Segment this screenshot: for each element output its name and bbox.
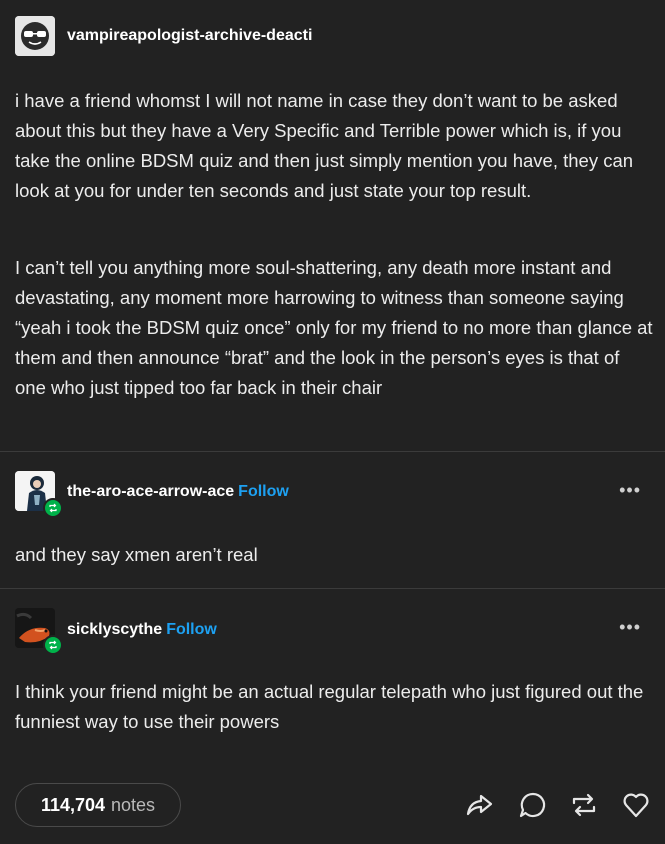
reblog2-text: I think your friend might be an actual r… (15, 681, 644, 732)
reblog1-reblog-badge (43, 498, 63, 518)
reblog1-text: and they say xmen aren’t real (15, 544, 258, 565)
reblog1-header: the-aro-ace-arrow-ace Follow (67, 483, 289, 501)
op-username[interactable]: vampireapologist-archive-deacti (67, 27, 312, 45)
op-avatar[interactable] (15, 16, 55, 56)
divider (0, 588, 665, 589)
reblog2-reblog-badge (43, 635, 63, 655)
notes-button[interactable]: 114,704 notes (15, 783, 181, 827)
reblog1-username[interactable]: the-aro-ace-arrow-ace (67, 483, 234, 500)
reblog1-follow-button[interactable]: Follow (238, 483, 289, 500)
tumblr-post: vampireapologist-archive-deacti i have a… (0, 0, 665, 844)
reblog2-more-options-icon[interactable]: ••• (619, 617, 641, 638)
op-paragraph-2: I can’t tell you anything more soul-shat… (15, 257, 653, 398)
reblog-small-icon (49, 640, 57, 650)
notes-count: 114,704 (40, 794, 106, 815)
notes-label: notes (111, 794, 156, 815)
like-icon[interactable] (621, 790, 651, 820)
divider (0, 451, 665, 452)
op-paragraph-1: i have a friend whomst I will not name i… (15, 90, 634, 201)
reblog-small-icon (49, 503, 57, 513)
sunglasses-avatar-icon (15, 16, 55, 56)
share-icon[interactable] (464, 790, 494, 820)
reblog2-header: sicklyscythe Follow (67, 621, 217, 639)
reply-icon[interactable] (518, 790, 548, 820)
reblog1-more-options-icon[interactable]: ••• (619, 480, 641, 501)
reblog2-follow-button[interactable]: Follow (166, 621, 217, 638)
reblog2-username[interactable]: sicklyscythe (67, 621, 162, 638)
reblog-icon[interactable] (569, 790, 599, 820)
